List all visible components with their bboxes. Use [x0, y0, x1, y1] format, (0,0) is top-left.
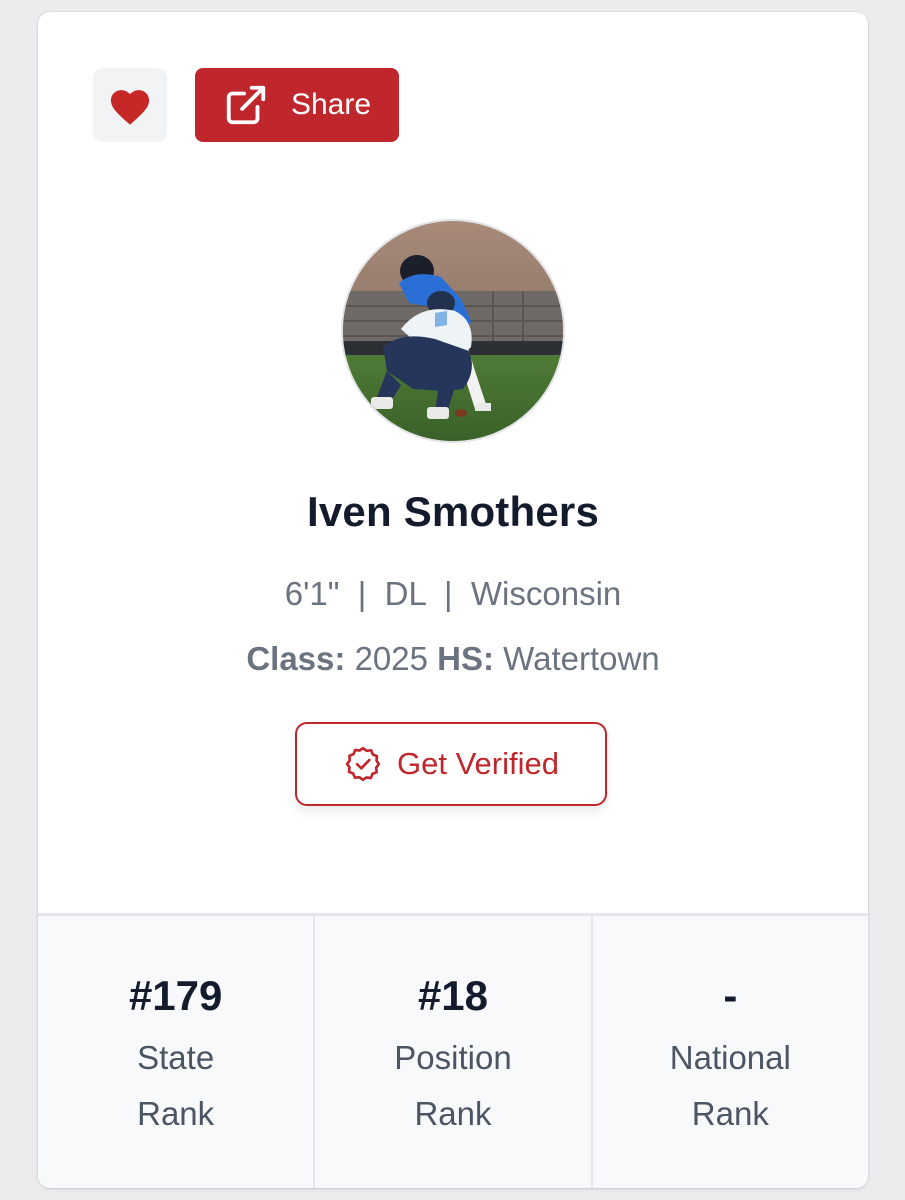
heart-icon	[110, 90, 150, 125]
stat-state-rank: #179 State Rank	[38, 916, 316, 1188]
stat-label: Position Rank	[394, 1039, 512, 1132]
player-name: Iven Smothers	[306, 488, 600, 535]
rankings-row: #179 State Rank #18 Position Rank - Nati…	[38, 913, 868, 1188]
favorite-button[interactable]	[93, 68, 167, 142]
avatar	[343, 221, 563, 441]
external-link-icon	[226, 85, 266, 125]
get-verified-button[interactable]: Get Verified	[295, 722, 607, 806]
stat-value: -	[723, 972, 738, 1019]
stat-value: #18	[417, 972, 489, 1019]
share-label: Share	[290, 88, 372, 121]
stat-national-rank: - National Rank	[593, 916, 868, 1188]
stat-label: National Rank	[669, 1039, 791, 1132]
stat-label: State Rank	[137, 1039, 215, 1132]
get-verified-label: Get Verified	[397, 746, 559, 781]
verified-badge-icon	[345, 746, 381, 782]
hs-value: Watertown	[503, 640, 660, 677]
avatar-photo	[343, 221, 563, 441]
player-meta: 6'1" | DL | Wisconsin	[284, 575, 622, 612]
share-button[interactable]: Share	[195, 68, 399, 142]
stat-position-rank: #18 Position Rank	[315, 916, 593, 1188]
hs-label: HS:	[437, 640, 494, 677]
profile-card: Share Iven Smothers 6'1" | DL | Wisconsi…	[38, 12, 868, 1188]
class-label: Class:	[246, 640, 346, 677]
stat-value: #179	[128, 972, 223, 1019]
action-bar: Share	[93, 68, 399, 142]
class-school-line: Class: 2025 HS: Watertown	[38, 640, 868, 678]
class-value: 2025	[354, 640, 428, 677]
